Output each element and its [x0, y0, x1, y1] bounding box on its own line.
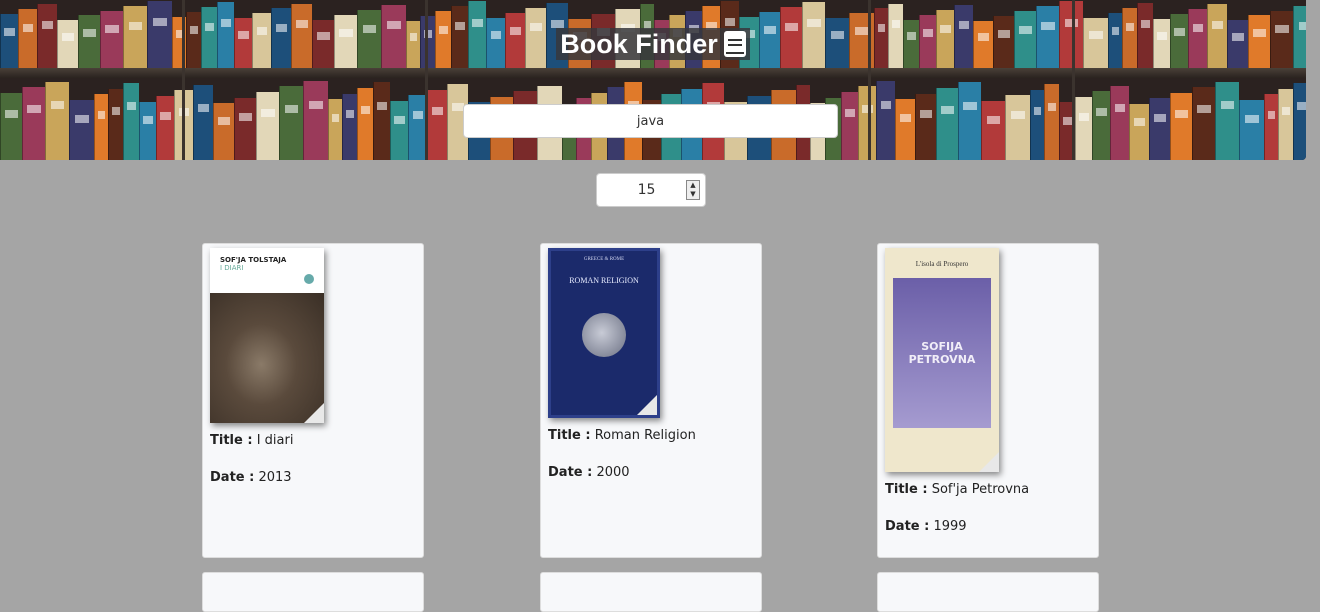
book-spine [108, 88, 123, 160]
book-spine [1264, 94, 1278, 160]
book-title-row: Title : I diari [210, 433, 416, 448]
title-label: Title : [885, 482, 928, 497]
book-spine [936, 88, 958, 160]
book-spine [94, 94, 108, 160]
book-card[interactable]: SOF'JA TOLSTAJA I DIARI Title : I diari … [202, 243, 424, 558]
shelf-divider [868, 0, 871, 160]
book-spine [1239, 100, 1264, 160]
cover-title: I DIARI [220, 264, 244, 272]
shelf-plank [0, 68, 1306, 78]
book-spine [328, 99, 342, 160]
book-spine [858, 86, 876, 160]
book-spine [1293, 83, 1306, 160]
book-cover[interactable]: SOF'JA TOLSTAJA I DIARI [210, 248, 324, 423]
book-cover[interactable]: GREECE & ROME ROMAN RELIGION [548, 248, 660, 418]
cover-author: SOF'JA TOLSTAJA [220, 256, 287, 264]
book-spine [1170, 92, 1192, 160]
book-card[interactable]: GREECE & ROME ROMAN RELIGION Title : Rom… [540, 243, 762, 558]
book-cover[interactable]: L'isola di Prospero SOFIJA PETROVNA [885, 248, 999, 472]
shelf-divider [182, 0, 185, 160]
stepper-arrows[interactable]: ▲ ▼ [686, 180, 700, 200]
book-spine [1030, 89, 1044, 160]
book-spine [427, 89, 447, 160]
book-title-row: Title : Roman Religion [548, 428, 754, 443]
date-label: Date : [548, 465, 593, 480]
book-spine [915, 93, 936, 160]
book-spine [156, 96, 174, 160]
cover-title: ROMAN RELIGION [569, 276, 639, 285]
book-spine [1278, 88, 1293, 160]
results-count-value[interactable]: 15 [597, 182, 686, 198]
stepper-down-icon[interactable]: ▼ [687, 190, 699, 199]
book-spine [0, 92, 22, 160]
book-spine [876, 80, 895, 160]
book-spine [69, 100, 94, 160]
shelf-divider [1072, 0, 1075, 160]
book-spine [1129, 104, 1149, 160]
book-spine [1044, 84, 1059, 160]
book-spine [895, 99, 915, 160]
page-curl [304, 403, 324, 423]
book-title: Roman Religion [594, 428, 696, 443]
book-spine [1110, 85, 1129, 160]
coin-image [582, 313, 626, 357]
book-spine [390, 100, 408, 160]
cover-series: GREECE & ROME [583, 257, 625, 262]
book-card[interactable]: L'isola di Prospero SOFIJA PETROVNA Titl… [877, 243, 1099, 558]
date-label: Date : [210, 470, 255, 485]
book-date: 2013 [258, 470, 292, 485]
cover-title: SOFIJA PETROVNA [908, 340, 976, 366]
book-spine [256, 92, 279, 160]
book-spine [193, 84, 213, 160]
results-count-stepper[interactable]: 15 ▲ ▼ [596, 173, 706, 207]
book-spine [1149, 98, 1170, 160]
book-spine [841, 92, 858, 160]
date-label: Date : [885, 519, 930, 534]
book-date-row: Date : 2000 [548, 465, 754, 480]
book-spine [342, 93, 357, 160]
book-spine [22, 87, 45, 160]
book-title-row: Title : Sof'ja Petrovna [885, 482, 1091, 497]
book-spine [981, 100, 1005, 160]
book-title: I diari [256, 433, 294, 448]
book-card[interactable] [540, 572, 762, 612]
book-date-row: Date : 2013 [210, 470, 416, 485]
book-card[interactable] [202, 572, 424, 612]
book-spine [303, 80, 328, 160]
book-date-row: Date : 1999 [885, 519, 1091, 534]
book-spine [139, 101, 156, 160]
book-spine [45, 81, 69, 160]
book-spine [958, 82, 981, 160]
book-title: Sof'ja Petrovna [931, 482, 1030, 497]
app-title: Book Finder [556, 28, 750, 60]
stepper-up-icon[interactable]: ▲ [687, 181, 699, 190]
book-spine [279, 86, 303, 160]
publisher-logo [304, 274, 314, 284]
book-spine [357, 88, 373, 160]
book-spine [1192, 87, 1215, 160]
app-title-text: Book Finder [560, 29, 718, 59]
book-card[interactable] [877, 572, 1099, 612]
page-curl [637, 395, 657, 415]
book-spine [1092, 91, 1110, 160]
book-spine [1005, 95, 1030, 160]
book-date: 2000 [596, 465, 630, 480]
shelf-divider [425, 0, 428, 160]
book-spine [213, 103, 234, 160]
search-input[interactable] [463, 104, 838, 138]
book-spine [234, 97, 256, 160]
book-spine [373, 82, 390, 160]
title-label: Title : [210, 433, 253, 448]
book-icon [723, 31, 746, 57]
page-curl [979, 452, 999, 472]
cover-panel: SOFIJA PETROVNA [893, 278, 991, 428]
cover-publisher: L'isola di Prospero [915, 260, 969, 268]
book-date: 1999 [933, 519, 967, 534]
book-spine [1075, 96, 1092, 160]
title-label: Title : [548, 428, 591, 443]
book-spine [1215, 81, 1239, 160]
book-spine [123, 83, 139, 160]
